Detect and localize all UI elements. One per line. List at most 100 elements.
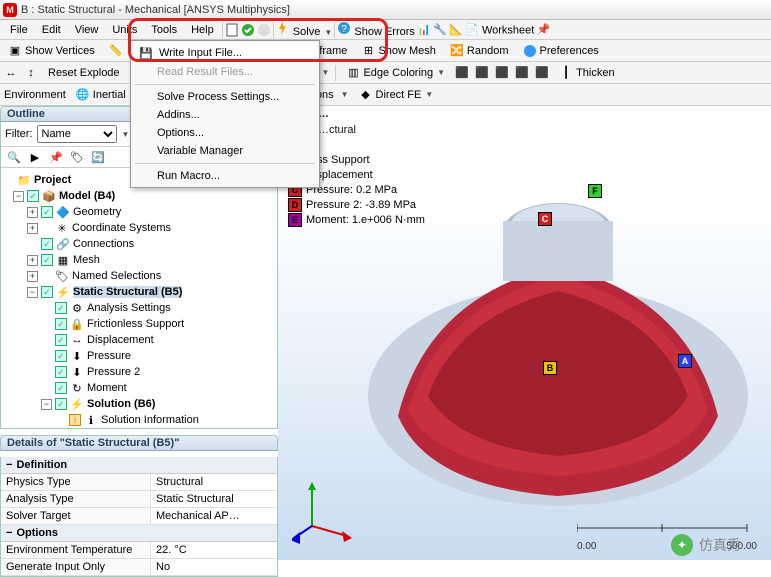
displacement-icon: ↔ (70, 333, 84, 347)
variable-manager-item[interactable]: Variable Manager (133, 142, 317, 160)
details-row[interactable]: Generate Input OnlyNo (1, 559, 277, 576)
tree-mesh[interactable]: Mesh (73, 254, 100, 266)
tool-icon-1[interactable]: 📊 (417, 23, 431, 37)
show-errors-button[interactable]: ? Show Errors (337, 21, 415, 38)
expand-icon[interactable]: + (27, 255, 38, 266)
solve-process-settings-item[interactable]: Solve Process Settings... (133, 88, 317, 106)
tree-connections[interactable]: Connections (73, 238, 134, 250)
solve-button[interactable]: Solve ▼ (276, 21, 333, 38)
separator (222, 22, 223, 38)
tree-project[interactable]: Project (34, 174, 71, 186)
check-icon: ✓ (41, 238, 53, 250)
edge-coloring-button[interactable]: ▥ Edge Coloring ▼ (342, 65, 449, 81)
collapse-icon[interactable]: − (13, 191, 24, 202)
menu-units[interactable]: Units (106, 22, 143, 38)
show-mesh-button[interactable]: ⊞ Show Mesh (357, 43, 439, 59)
expand-icon[interactable]: + (27, 223, 38, 234)
random-label: Random (467, 45, 509, 57)
show-vertices-button[interactable]: ▣ Show Vertices (4, 43, 99, 59)
details-row[interactable]: Environment Temperature22. °C (1, 542, 277, 559)
menu-help[interactable]: Help (185, 22, 220, 38)
info-icon: ? (337, 21, 351, 35)
pin-icon[interactable]: 📌 (47, 149, 65, 165)
menu-view[interactable]: View (69, 22, 105, 38)
options-item[interactable]: Options... (133, 124, 317, 142)
tree-solinfo[interactable]: Solution Information (101, 414, 199, 426)
tree-analysis[interactable]: Analysis Settings (87, 302, 171, 314)
details-row[interactable]: Physics TypeStructural (1, 474, 277, 491)
tool-icon-2[interactable]: 🔧 (433, 23, 447, 37)
tag-icon[interactable]: 🏷 (68, 149, 86, 165)
solve-label: Solve (293, 26, 321, 38)
collapse-icon[interactable]: ↕ (24, 66, 38, 80)
edge-icon-3[interactable]: ⬛ (495, 66, 509, 80)
edge-icon-2[interactable]: ⬛ (475, 66, 489, 80)
tree-solution[interactable]: Solution (B6) (87, 398, 155, 410)
tool-icon-4[interactable]: 📌 (536, 23, 550, 37)
tool-icon-3[interactable]: 📐 (449, 23, 463, 37)
tree-displacement[interactable]: Displacement (87, 334, 154, 346)
inertial-button[interactable]: 🌐 Inertial (72, 87, 130, 103)
chevron-down-icon[interactable]: ▼ (341, 90, 349, 99)
expand-icon[interactable]: + (27, 207, 38, 218)
tree-named[interactable]: Named Selections (72, 270, 161, 282)
collapse-icon[interactable]: − (41, 399, 52, 410)
tree-geometry[interactable]: Geometry (73, 206, 121, 218)
check-icon[interactable] (241, 23, 255, 37)
chevron-down-icon[interactable]: ▼ (322, 68, 330, 77)
tree-static[interactable]: Static Structural (B5) (73, 286, 182, 298)
coloring-icon: ▥ (346, 66, 360, 80)
tree-frictionless[interactable]: Frictionless Support (87, 318, 184, 330)
viewport[interactable]: … …ctural A…ss Support BDisplacement CPr… (278, 106, 771, 560)
expand-icon[interactable]: ↔ (4, 66, 18, 80)
menu-tools[interactable]: Tools (145, 22, 183, 38)
refresh-icon[interactable]: 🔄 (89, 149, 107, 165)
filter-icon[interactable]: 🔍 (5, 149, 23, 165)
thicken-button[interactable]: ┃ Thicken (555, 65, 619, 81)
page-icon[interactable] (225, 23, 239, 37)
reset-explode-button[interactable]: Reset Explode (44, 66, 124, 80)
info-icon: ℹ (84, 413, 98, 427)
refresh-icon[interactable] (257, 23, 271, 37)
svg-text:?: ? (342, 24, 348, 35)
tree-moment[interactable]: Moment (87, 382, 127, 394)
watermark-icon: ✦ (671, 534, 693, 556)
filter-select[interactable]: Name (37, 125, 117, 143)
ruler-icon: 📏 (109, 44, 123, 58)
addins-item[interactable]: Addins... (133, 106, 317, 124)
check-icon: ✓ (41, 254, 53, 266)
edge-icon-5[interactable]: ⬛ (535, 66, 549, 80)
scale-button[interactable]: 📏 (105, 43, 127, 59)
tree-pressure2[interactable]: Pressure 2 (87, 366, 140, 378)
show-vertices-label: Show Vertices (25, 45, 95, 57)
random-button[interactable]: 🔀 Random (446, 43, 513, 59)
details-row[interactable]: Solver TargetMechanical AP… (1, 508, 277, 525)
menu-edit[interactable]: Edit (36, 22, 67, 38)
expand-icon[interactable]: + (27, 271, 38, 282)
mesh-icon: ▦ (56, 253, 70, 267)
expand-all-icon[interactable]: ▶ (26, 149, 44, 165)
watermark-text: 仿真秀 (699, 535, 741, 555)
tree-model[interactable]: Model (B4) (59, 190, 115, 202)
filter-label: Filter: (5, 128, 33, 140)
edge-icon-4[interactable]: ⬛ (515, 66, 529, 80)
tree-coord[interactable]: Coordinate Systems (72, 222, 171, 234)
menu-file[interactable]: File (4, 22, 34, 38)
chevron-down-icon: ▼ (122, 130, 130, 139)
model-icon: 📦 (42, 189, 56, 203)
details-row[interactable]: Analysis TypeStatic Structural (1, 491, 277, 508)
details-cat-options[interactable]: −Options (1, 525, 277, 542)
collapse-icon[interactable]: − (27, 287, 38, 298)
details-cat-definition[interactable]: −Definition (1, 457, 277, 474)
worksheet-button[interactable]: 📄 Worksheet (465, 23, 534, 37)
tree-pressure[interactable]: Pressure (87, 350, 131, 362)
direct-fe-button[interactable]: ◆ Direct FE ▼ (355, 87, 438, 103)
write-input-file-item[interactable]: 💾 Write Input File... (133, 43, 317, 63)
preferences-label: Preferences (540, 45, 599, 57)
show-errors-label: Show Errors (354, 26, 415, 38)
run-macro-item[interactable]: Run Macro... (133, 167, 317, 185)
read-result-files-item: Read Result Files... (133, 63, 317, 81)
edge-icon-1[interactable]: ⬛ (455, 66, 469, 80)
check-icon: ✓ (55, 398, 67, 410)
preferences-button[interactable]: Preferences (519, 43, 603, 59)
